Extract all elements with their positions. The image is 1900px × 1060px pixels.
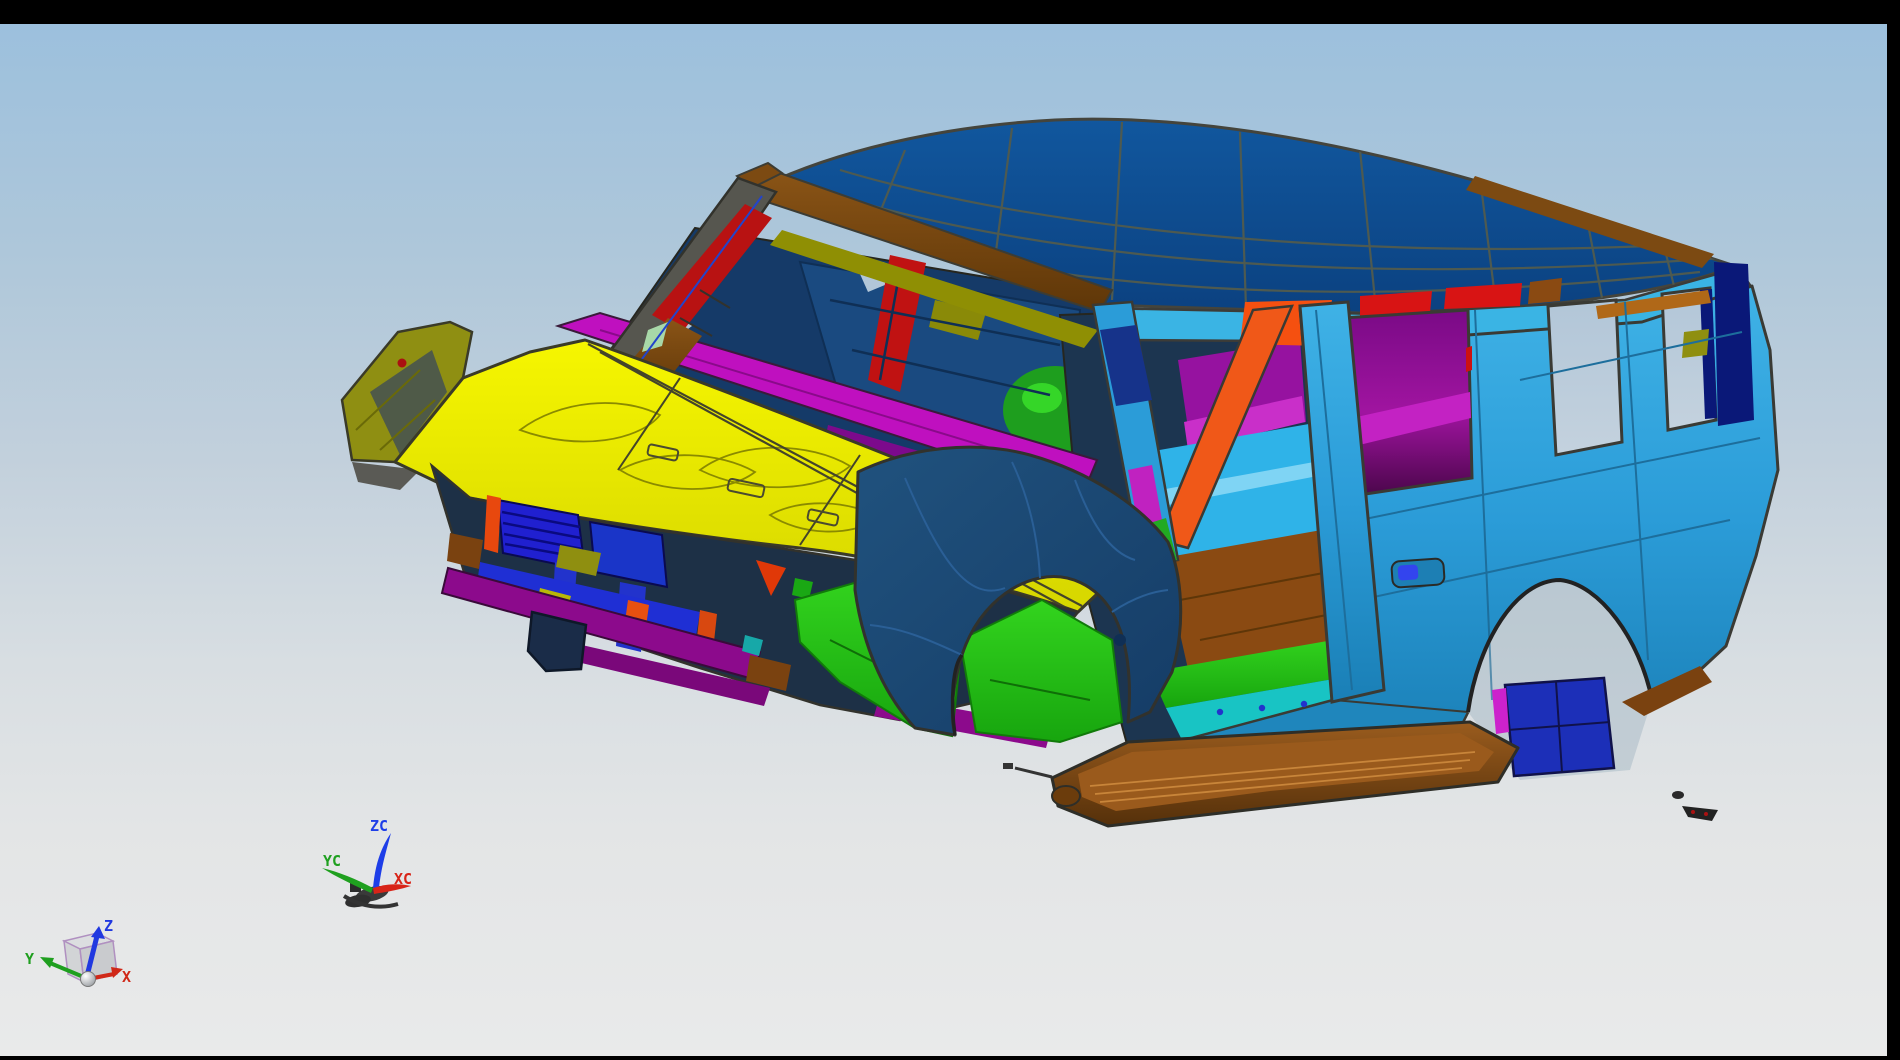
letterbox-top xyxy=(0,0,1900,24)
letterbox-bottom xyxy=(0,1056,1900,1060)
wcs-y-label: YC xyxy=(323,852,341,870)
letterbox-right xyxy=(1887,0,1900,1060)
wcs-x-label: XC xyxy=(394,870,412,888)
wcs-z-axis-arrow[interactable] xyxy=(373,833,391,888)
view-orientation-triad[interactable]: Z Y X xyxy=(25,917,131,987)
wcs-z-label: ZC xyxy=(370,817,388,835)
loose-parts[interactable] xyxy=(1672,791,1718,821)
3d-model-scene[interactable]: ZC YC XC Z Y X xyxy=(0,0,1900,1060)
view-y-label: Y xyxy=(25,950,34,968)
cad-application-window: ZC YC XC Z Y X xyxy=(0,0,1900,1060)
wcs-y-axis-arrow[interactable] xyxy=(322,868,373,893)
door-handle-recess[interactable] xyxy=(1391,558,1445,588)
d-pillar[interactable] xyxy=(1714,262,1754,426)
quarter-window-opening[interactable] xyxy=(1548,300,1622,455)
rocker-step-board[interactable] xyxy=(1003,722,1518,826)
wcs-triad[interactable]: ZC YC XC xyxy=(322,817,412,909)
view-z-label: Z xyxy=(104,917,113,935)
view-x-label: X xyxy=(122,968,131,986)
